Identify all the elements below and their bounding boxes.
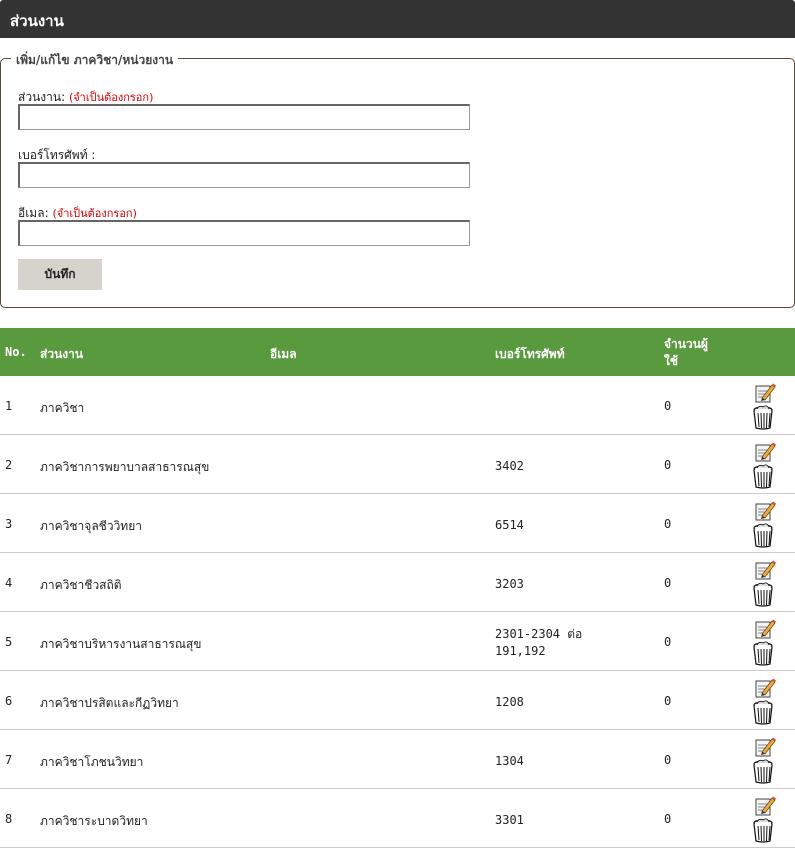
table-row: 5 ภาควิชาบริหารงานสาธารณสุข 2301-2304 ต่…: [0, 612, 795, 671]
phone-input[interactable]: [18, 162, 470, 188]
row-unit-name: ภาควิชาโภชนวิทยา: [40, 755, 144, 769]
row-unit-name: ภาควิชาการพยาบาลสาธารณสุข: [40, 460, 210, 474]
header-user-count-line1: จำนวนผู้: [664, 337, 708, 351]
header-email: อีเมล: [270, 347, 297, 361]
phone-label-text: เบอร์โทรศัพท์ :: [18, 148, 96, 162]
table-row: 8 ภาควิชาระบาดวิทยา 3301 0: [0, 789, 795, 848]
row-user-count: 0: [664, 576, 672, 590]
email-input[interactable]: [18, 220, 470, 246]
row-number: 3: [5, 517, 13, 531]
row-phone: 1304: [495, 753, 524, 770]
row-phone: 3301: [495, 812, 524, 829]
row-number: 5: [5, 635, 13, 649]
row-user-count: 0: [664, 399, 672, 413]
table-row: 7 ภาควิชาโภชนวิทยา 1304 0: [0, 730, 795, 789]
page-title: ส่วนงาน: [0, 0, 795, 38]
row-unit-name: ภาควิชาปรสิตและกีฏวิทยา: [40, 696, 179, 710]
row-phone-line2: 191,192: [495, 644, 546, 658]
row-unit-name: ภาควิชา: [40, 401, 85, 415]
edit-pencil-icon[interactable]: [754, 559, 776, 581]
row-user-count: 0: [664, 694, 672, 708]
row-unit-name: ภาควิชาระบาดวิทยา: [40, 814, 148, 828]
row-phone-line1: 2301-2304 ต่อ: [495, 627, 583, 641]
row-phone-line1: 1208: [495, 695, 524, 709]
email-label-text: อีเมล:: [18, 206, 49, 220]
row-number: 8: [5, 812, 13, 826]
header-phone: เบอร์โทรศัพท์: [495, 347, 565, 361]
header-user-count: จำนวนผู้ ใช้: [664, 336, 734, 370]
trash-bin-icon[interactable]: [752, 404, 774, 430]
trash-bin-icon[interactable]: [752, 463, 774, 489]
row-user-count: 0: [664, 635, 672, 649]
row-user-count: 0: [664, 517, 672, 531]
trash-bin-icon[interactable]: [752, 581, 774, 607]
table-row: 1 ภาควิชา 0: [0, 376, 795, 435]
row-user-count: 0: [664, 753, 672, 767]
row-number: 7: [5, 753, 13, 767]
row-phone: 1208: [495, 694, 524, 711]
form-legend: เพิ่ม/แก้ไข ภาควิชา/หน่วยงาน: [11, 51, 179, 70]
row-phone: 6514: [495, 517, 524, 534]
edit-pencil-icon[interactable]: [754, 441, 776, 463]
row-number: 6: [5, 694, 13, 708]
row-phone: 3402: [495, 458, 524, 475]
header-unit: ส่วนงาน: [40, 347, 84, 361]
row-unit-name: ภาควิชาชีวสถิติ: [40, 578, 122, 592]
row-phone: 2301-2304 ต่อ 191,192: [495, 626, 582, 660]
edit-pencil-icon[interactable]: [754, 618, 776, 640]
table-row: 6 ภาควิชาปรสิตและกีฏวิทยา 1208 0: [0, 671, 795, 730]
unit-label-text: ส่วนงาน:: [18, 90, 66, 104]
table-row: 2 ภาควิชาการพยาบาลสาธารณสุข 3402 0: [0, 435, 795, 494]
save-button[interactable]: บันทึก: [18, 259, 102, 290]
row-number: 1: [5, 399, 13, 413]
trash-bin-icon[interactable]: [752, 758, 774, 784]
row-phone-line1: 3203: [495, 577, 524, 591]
edit-pencil-icon[interactable]: [754, 795, 776, 817]
row-user-count: 0: [664, 458, 672, 472]
edit-pencil-icon[interactable]: [754, 500, 776, 522]
edit-pencil-icon[interactable]: [754, 736, 776, 758]
unit-required-note: (จำเป็นต้องกรอก): [68, 91, 154, 104]
header-no: No.: [5, 345, 27, 359]
row-number: 2: [5, 458, 13, 472]
units-table: No. ส่วนงาน อีเมล เบอร์โทรศัพท์ จำนวนผู้…: [0, 328, 795, 848]
trash-bin-icon[interactable]: [752, 522, 774, 548]
row-phone-line1: 6514: [495, 518, 524, 532]
table-body: 1 ภาควิชา 0 2 ภาควิชาการพยาบาลสาธารณสุข …: [0, 376, 795, 848]
row-phone-line1: 3301: [495, 813, 524, 827]
table-row: 4 ภาควิชาชีวสถิติ 3203 0: [0, 553, 795, 612]
table-header: No. ส่วนงาน อีเมล เบอร์โทรศัพท์ จำนวนผู้…: [0, 328, 795, 376]
row-user-count: 0: [664, 812, 672, 826]
edit-pencil-icon[interactable]: [754, 382, 776, 404]
trash-bin-icon[interactable]: [752, 699, 774, 725]
email-required-note: (จำเป็นต้องกรอก): [52, 207, 137, 220]
trash-bin-icon[interactable]: [752, 640, 774, 666]
row-phone: 3203: [495, 576, 524, 593]
trash-bin-icon[interactable]: [752, 817, 774, 843]
edit-pencil-icon[interactable]: [754, 677, 776, 699]
unit-name-input[interactable]: [18, 104, 470, 130]
row-number: 4: [5, 576, 13, 590]
header-user-count-line2: ใช้: [664, 354, 679, 368]
row-unit-name: ภาควิชาบริหารงานสาธารณสุข: [40, 637, 202, 651]
row-phone-line1: 1304: [495, 754, 524, 768]
row-unit-name: ภาควิชาจุลชีววิทยา: [40, 519, 142, 533]
row-phone-line1: 3402: [495, 459, 524, 473]
table-row: 3 ภาควิชาจุลชีววิทยา 6514 0: [0, 494, 795, 553]
